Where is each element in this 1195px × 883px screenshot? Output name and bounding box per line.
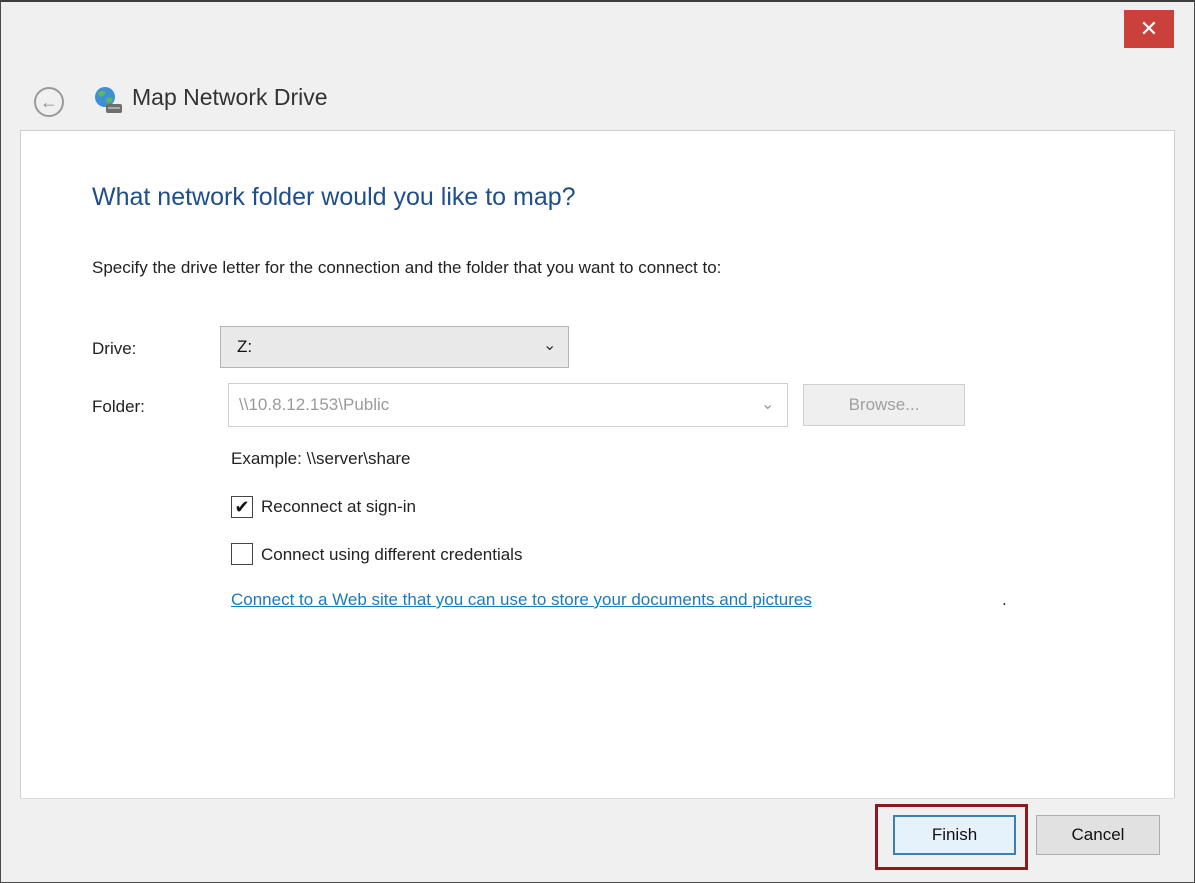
credentials-label[interactable]: Connect using different credentials [261,545,522,565]
drive-value: Z: [237,337,253,356]
link-period: . [1002,590,1007,609]
cancel-button[interactable]: Cancel [1036,815,1160,855]
close-icon: ✕ [1139,16,1159,41]
chevron-down-icon: ⌄ [543,337,557,354]
web-site-link[interactable]: Connect to a Web site that you can use t… [231,590,812,610]
drive-select[interactable]: Z: ⌄ [220,326,569,368]
back-button[interactable]: ← [34,87,64,117]
browse-button[interactable]: Browse... [803,384,965,426]
content-panel [20,130,1175,799]
drive-label: Drive: [92,339,137,358]
example-text: Example: \\server\share [231,449,411,468]
credentials-checkbox[interactable] [231,543,253,565]
window-title: Map Network Drive [132,84,328,110]
folder-value: \\10.8.12.153\Public [239,395,390,414]
instruction-text: Specify the drive letter for the connect… [92,258,722,277]
close-button[interactable]: ✕ [1124,10,1174,48]
reconnect-label[interactable]: Reconnect at sign-in [261,497,416,517]
back-arrow-icon: ← [40,92,58,112]
footer-divider [20,798,1175,799]
checkmark-icon: ✔ [234,496,250,517]
network-drive-globe-icon [95,87,122,113]
page-heading: What network folder would you like to ma… [92,183,576,211]
finish-button[interactable]: Finish [893,815,1016,855]
folder-input[interactable]: \\10.8.12.153\Public ⌄ [228,383,788,427]
folder-label: Folder: [92,397,145,416]
folder-chevron-down-icon[interactable]: ⌄ [761,394,774,414]
reconnect-checkbox[interactable]: ✔ [231,496,253,518]
